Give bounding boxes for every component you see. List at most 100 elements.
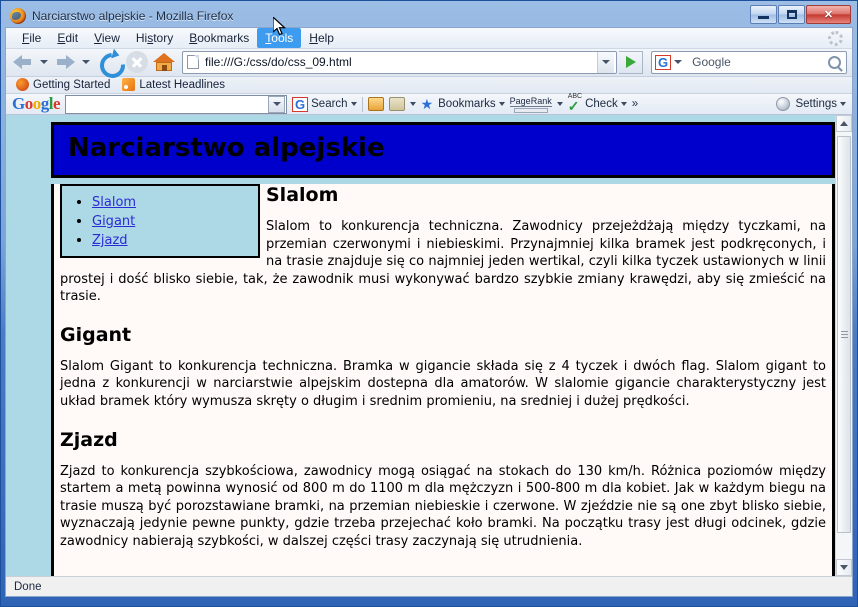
toolbar-divider [361,96,363,112]
share-icon[interactable] [367,97,384,112]
google-g-icon: G [292,96,309,112]
page-body: Slalom Gigant Zjazd Slalom Slalom to kon… [51,184,835,576]
page-banner: Narciarstwo alpejskie [51,122,835,179]
search-bar[interactable]: G Google [651,50,847,74]
stop-button[interactable] [126,51,148,74]
forward-arrow-icon [66,55,75,70]
list-item: Gigant [92,212,254,230]
google-bookmarks-label: Bookmarks [438,98,496,111]
menu-help[interactable]: Help [301,28,342,48]
menu-tools[interactable]: Tools [257,28,302,48]
minimize-button[interactable] [750,5,777,24]
url-text[interactable]: file:///G:/css/do/css_09.html [205,55,597,69]
magnifier-icon[interactable] [828,55,841,69]
star-icon[interactable]: ★ [421,97,434,111]
firefox-icon [10,8,26,24]
reload-button[interactable] [97,50,121,74]
page-viewport: Narciarstwo alpejskie Slalom Gigant Zjaz… [6,115,852,576]
menu-file[interactable]: File [14,28,49,48]
scroll-down-icon [840,565,848,570]
scroll-up-button[interactable] [836,115,852,133]
back-history-dropdown[interactable] [40,60,48,65]
window-controls: ✕ [750,5,851,24]
google-bookmarks-button[interactable]: Bookmarks [438,98,505,110]
browser-window: Narciarstwo alpejskie - Mozilla Firefox … [0,0,858,607]
google-settings-label: Settings [795,98,837,111]
menu-bookmarks[interactable]: Bookmarks [181,28,257,48]
maximize-button[interactable] [778,5,805,24]
bookmark-label: Latest Headlines [139,78,226,91]
google-search-history-dropdown[interactable] [268,95,286,113]
page-content: Slalom Gigant Zjazd Slalom Slalom to kon… [54,184,832,570]
window-title: Narciarstwo alpejskie - Mozilla Firefox [32,9,234,23]
back-button[interactable] [11,51,35,73]
menu-view[interactable]: View [86,28,128,48]
nav-link-slalom[interactable]: Slalom [92,195,136,210]
scroll-down-button[interactable] [836,559,852,576]
page-title: Narciarstwo alpejskie [68,133,385,164]
chevron-down-icon[interactable] [498,102,505,107]
url-bar[interactable]: file:///G:/css/do/css_09.html [182,50,617,74]
status-text: Done [14,580,42,593]
section-heading-gigant: Gigant [60,323,132,346]
forward-button[interactable] [53,51,77,73]
search-engine-dropdown[interactable] [674,60,683,65]
chevron-down-icon[interactable] [840,102,846,107]
nav-link-zjazd[interactable]: Zjazd [92,233,128,248]
scrollbar-thumb[interactable] [837,136,851,533]
list-item: Slalom [92,193,254,211]
section-text-gigant: Slalom Gigant to konkurencja techniczna.… [60,358,826,409]
google-search-label: Search [311,98,348,111]
google-toolbar-search-input[interactable] [65,94,288,114]
google-toolbar-overflow[interactable]: » [632,98,638,110]
forward-history-dropdown[interactable] [82,60,90,65]
bookmark-latest-headlines[interactable]: Latest Headlines [118,78,229,92]
navigation-toolbar: file:///G:/css/do/css_09.html G Google [6,49,852,77]
client-area: File Edit View History Bookmarks Tools H… [5,27,853,597]
bookmark-getting-started[interactable]: Getting Started [12,78,114,92]
menu-bar: File Edit View History Bookmarks Tools H… [6,28,852,49]
chevron-down-icon[interactable] [556,102,563,107]
nav-list: Slalom Gigant Zjazd [62,193,254,249]
list-item: Zjazd [92,231,254,249]
back-arrow-icon [13,55,22,70]
google-check-button[interactable]: ABC ✓ Check [567,93,627,115]
maximize-icon [786,10,797,19]
section-text-zjazd: Zjazd to konkurencja szybkościowa, zawod… [60,463,826,549]
scrollbar-track[interactable] [836,132,852,559]
menubar-gear[interactable] [828,31,844,47]
chevron-down-icon[interactable] [350,102,357,107]
chevron-down-icon[interactable] [409,102,416,107]
menu-edit[interactable]: Edit [49,28,86,48]
bookmarks-toolbar: Getting Started Latest Headlines [6,76,852,94]
scroll-up-icon [840,121,848,127]
search-input[interactable]: Google [692,55,828,69]
menu-history[interactable]: History [128,28,181,48]
go-arrow-icon [625,56,636,69]
chevron-down-icon [272,102,281,107]
images-icon[interactable] [388,97,405,112]
status-bar: Done [6,576,852,596]
chevron-down-icon[interactable] [620,102,627,107]
gear-icon [828,31,843,46]
spellcheck-icon: ABC ✓ [567,93,583,115]
page-icon [187,55,199,70]
google-search-engine-icon[interactable]: G [655,54,672,70]
google-settings-button[interactable]: Settings [795,98,846,110]
nav-link-gigant[interactable]: Gigant [92,214,135,229]
page-nav-box: Slalom Gigant Zjazd [60,184,260,259]
title-bar: Narciarstwo alpejskie - Mozilla Firefox … [5,5,853,27]
section-heading-zjazd: Zjazd [60,428,118,451]
firefox-mini-icon [16,78,29,92]
url-dropdown-button[interactable] [597,51,614,73]
scrollbar-grip [840,329,848,340]
settings-orb-icon[interactable] [776,97,791,112]
pagerank-indicator[interactable]: PageRank [509,95,552,113]
home-button[interactable] [152,51,176,73]
close-button[interactable]: ✕ [806,5,851,24]
page-scrollbar[interactable] [835,115,852,576]
go-button[interactable] [619,50,643,74]
google-search-button[interactable]: G Search [292,96,357,112]
web-page: Narciarstwo alpejskie Slalom Gigant Zjaz… [6,115,835,576]
pagerank-label: PageRank [509,95,552,107]
